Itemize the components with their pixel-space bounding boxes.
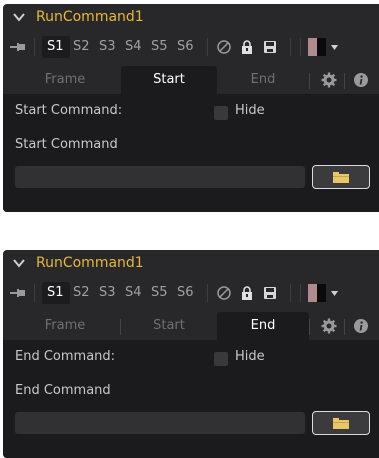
- panel-header[interactable]: RunCommand1: [3, 250, 379, 278]
- start-command-label: Start Command:: [15, 103, 123, 118]
- hide-checkbox[interactable]: [214, 352, 228, 366]
- tool-toolbar: S1 S2 S3 S4 S5 S6: [3, 278, 379, 308]
- slot-s3[interactable]: S3: [99, 285, 116, 300]
- end-command-label: End Command:: [15, 349, 116, 364]
- chevron-down-icon[interactable]: [12, 256, 26, 270]
- folder-icon: [333, 172, 349, 183]
- tool-panel-start: RunCommand1 S1 S2 S3 S4 S5 S6 Frame Star…: [3, 4, 379, 212]
- caret-down-icon[interactable]: [331, 291, 338, 296]
- hide-label[interactable]: Hide: [235, 103, 265, 118]
- slot-s5[interactable]: S5: [151, 39, 168, 54]
- start-command-field-label: Start Command: [15, 137, 118, 152]
- folder-icon: [333, 418, 349, 429]
- slot-s6[interactable]: S6: [177, 285, 194, 300]
- pin-icon[interactable]: [10, 287, 26, 299]
- slot-s2[interactable]: S2: [73, 285, 90, 300]
- tool-title: RunCommand1: [36, 255, 144, 271]
- pass-through-icon[interactable]: [216, 285, 232, 301]
- save-icon[interactable]: [262, 285, 278, 301]
- tab-bar: Frame Start End: [3, 66, 379, 94]
- info-icon[interactable]: [353, 72, 369, 88]
- hide-label[interactable]: Hide: [235, 349, 265, 364]
- pass-through-icon[interactable]: [216, 39, 232, 55]
- slot-s2[interactable]: S2: [73, 39, 90, 54]
- tab-start[interactable]: Start: [121, 66, 217, 94]
- tool-toolbar: S1 S2 S3 S4 S5 S6: [3, 32, 379, 62]
- slot-s6[interactable]: S6: [177, 39, 194, 54]
- color-swatch-icon[interactable]: [308, 284, 326, 302]
- gear-icon[interactable]: [321, 318, 337, 334]
- browse-button[interactable]: [312, 411, 370, 435]
- pin-icon[interactable]: [10, 41, 26, 53]
- tab-start[interactable]: Start: [121, 312, 217, 340]
- tab-frame[interactable]: Frame: [15, 312, 115, 340]
- info-icon[interactable]: [353, 318, 369, 334]
- tool-title: RunCommand1: [36, 9, 144, 25]
- browse-button[interactable]: [312, 165, 370, 189]
- tab-frame[interactable]: Frame: [15, 66, 115, 94]
- panel-header[interactable]: RunCommand1: [3, 4, 379, 32]
- slot-s4[interactable]: S4: [125, 39, 142, 54]
- tab-bar: Frame Start End: [3, 312, 379, 340]
- save-icon[interactable]: [262, 39, 278, 55]
- gear-icon[interactable]: [321, 72, 337, 88]
- hide-checkbox[interactable]: [214, 106, 228, 120]
- start-command-input[interactable]: [15, 166, 305, 188]
- color-swatch-icon[interactable]: [308, 38, 326, 56]
- tab-end[interactable]: End: [217, 66, 309, 94]
- tool-panel-end: RunCommand1 S1 S2 S3 S4 S5 S6 Frame Star…: [3, 250, 379, 458]
- lock-icon[interactable]: [239, 285, 255, 301]
- end-command-field-label: End Command: [15, 383, 111, 398]
- slot-s4[interactable]: S4: [125, 285, 142, 300]
- tab-end[interactable]: End: [217, 312, 309, 340]
- lock-icon[interactable]: [239, 39, 255, 55]
- tab-content: End Command: Hide End Command: [3, 340, 379, 458]
- caret-down-icon[interactable]: [331, 45, 338, 50]
- tab-content: Start Command: Hide Start Command: [3, 94, 379, 212]
- end-command-input[interactable]: [15, 412, 305, 434]
- slot-s1[interactable]: S1: [47, 39, 64, 54]
- slot-s1[interactable]: S1: [47, 285, 64, 300]
- slot-s5[interactable]: S5: [151, 285, 168, 300]
- chevron-down-icon[interactable]: [12, 10, 26, 24]
- slot-s3[interactable]: S3: [99, 39, 116, 54]
